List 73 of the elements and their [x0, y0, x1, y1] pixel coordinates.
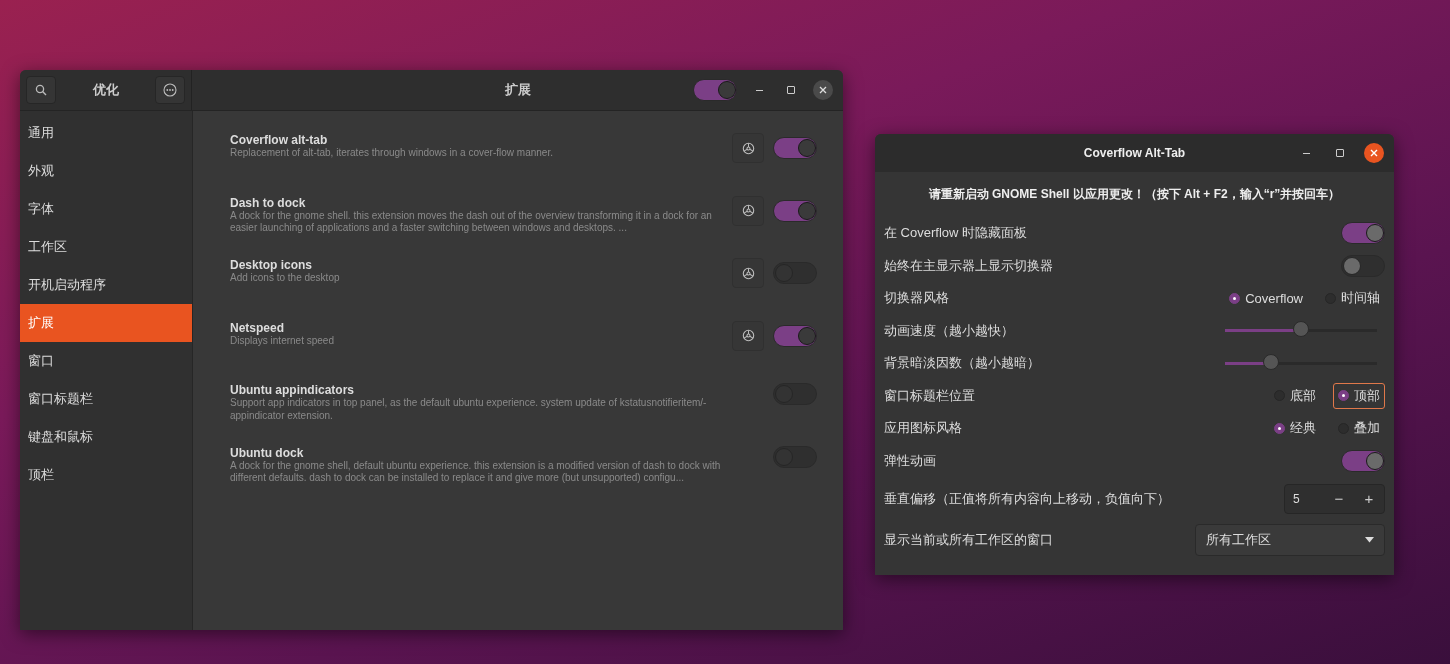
- sidebar-item[interactable]: 顶栏: [20, 456, 192, 494]
- radio-option[interactable]: 叠加: [1333, 415, 1385, 442]
- sidebar-item[interactable]: 开机启动程序: [20, 266, 192, 304]
- settings-icon: [741, 329, 755, 342]
- extension-toggle[interactable]: [773, 137, 817, 159]
- setting-label: 窗口标题栏位置: [884, 386, 975, 405]
- more-icon: [163, 83, 177, 97]
- extensions-toggle[interactable]: [693, 79, 737, 101]
- sidebar-item[interactable]: 窗口: [20, 342, 192, 380]
- slider-thumb[interactable]: [1293, 321, 1309, 338]
- close-button[interactable]: [1364, 143, 1384, 163]
- extension-description: Replacement of alt-tab, iterates through windows in a cover-flow manner.: [230, 147, 554, 160]
- slider-thumb[interactable]: [1262, 353, 1279, 370]
- setting-label: 动画速度（越小越快）: [884, 321, 1014, 340]
- sidebar-item[interactable]: 扩展: [20, 304, 192, 342]
- extension-settings-button[interactable]: [732, 258, 764, 288]
- radio-option[interactable]: Coverflow: [1224, 285, 1308, 312]
- sidebar-item[interactable]: 字体: [20, 190, 192, 228]
- setting-label: 显示当前或所有工作区的窗口: [884, 530, 1053, 549]
- extension-settings-button[interactable]: [732, 320, 764, 351]
- radio-option[interactable]: 顶部: [1333, 382, 1385, 409]
- extension-settings-button[interactable]: [732, 133, 764, 163]
- radio-option[interactable]: 经典: [1269, 415, 1321, 442]
- sidebar-item[interactable]: 通用: [20, 114, 192, 152]
- workspace-dropdown[interactable]: 所有工作区: [1195, 523, 1385, 556]
- extension-name: Ubuntu dock: [230, 445, 305, 460]
- close-icon: [1370, 149, 1378, 157]
- extension-name: Desktop icons: [230, 258, 314, 272]
- restart-notice: 请重新启动 GNOME Shell 以应用更改！（按下 Alt + F2，输入“r”并按回车）: [927, 186, 1342, 203]
- extension-name: Ubuntu appindicators: [230, 383, 355, 397]
- radio-option[interactable]: 底部: [1269, 382, 1321, 409]
- setting-label: 垂直偏移（正值将所有内容向上移动，负值向下）: [884, 489, 1170, 508]
- extension-description: Add icons to the desktop: [230, 272, 341, 285]
- setting-label: 始终在主显示器上显示切换器: [884, 256, 1053, 275]
- setting-toggle[interactable]: [1341, 222, 1385, 245]
- sidebar-item[interactable]: 键盘和鼠标: [20, 418, 192, 456]
- settings-icon: [741, 204, 755, 217]
- dialog-title: Coverflow Alt-Tab: [1083, 146, 1186, 160]
- settings-icon: [741, 266, 755, 280]
- close-button[interactable]: [813, 80, 833, 100]
- setting-label: 应用图标风格: [884, 419, 962, 438]
- app-title: 优化: [92, 81, 119, 99]
- extension-description: Displays internet speed: [230, 334, 335, 347]
- spin-value: 5: [1292, 491, 1301, 506]
- sidebar-item[interactable]: 外观: [20, 152, 192, 190]
- dropdown-arrow-icon: [1365, 536, 1374, 543]
- setting-toggle[interactable]: [1341, 254, 1385, 277]
- extension-description: Support app indicators in top panel, as the default ubuntu experience. system update of kstatusnotifieritem/-appindicator extension.: [230, 397, 708, 422]
- close-icon: [819, 86, 827, 94]
- extension-name: Coverflow alt-tab: [230, 133, 329, 147]
- sidebar-item[interactable]: 窗口标题栏: [20, 380, 192, 418]
- setting-label: 切换器风格: [884, 289, 949, 308]
- extension-toggle[interactable]: [773, 324, 817, 347]
- search-icon: [35, 84, 47, 96]
- search-button[interactable]: [26, 76, 56, 104]
- page-title: 扩展: [504, 81, 531, 99]
- extension-description: A dock for the gnome shell. this extension moves the dash out of the overview transforming it in a dock for an easier launching of applications and a faster switching between windows and desktops. ...: [230, 209, 713, 235]
- extension-name: Dash to dock: [230, 195, 307, 210]
- extension-name: Netspeed: [230, 320, 286, 335]
- extension-toggle[interactable]: [773, 199, 817, 222]
- setting-toggle[interactable]: [1341, 449, 1385, 472]
- setting-label: 在 Coverflow 时隐藏面板: [884, 224, 1028, 243]
- extension-description: A dock for the gnome shell, default ubuntu experience. this extension is a modified version of dash to dock with different defaults. dash to dock can be installed to replace it and give more (but unsupported) configu...: [230, 459, 722, 485]
- settings-icon: [741, 141, 755, 155]
- increment-button[interactable]: +: [1354, 490, 1384, 507]
- spin-field[interactable]: 5 − +: [1284, 483, 1385, 514]
- extension-settings-button[interactable]: [732, 195, 764, 226]
- setting-label: 背景暗淡因数（越小越暗）: [884, 354, 1040, 373]
- sidebar-item[interactable]: 工作区: [20, 228, 192, 266]
- radio-option[interactable]: 时间轴: [1320, 285, 1385, 312]
- setting-label: 弹性动画: [884, 451, 936, 470]
- decrement-button[interactable]: −: [1324, 490, 1354, 507]
- menu-button[interactable]: [155, 76, 185, 104]
